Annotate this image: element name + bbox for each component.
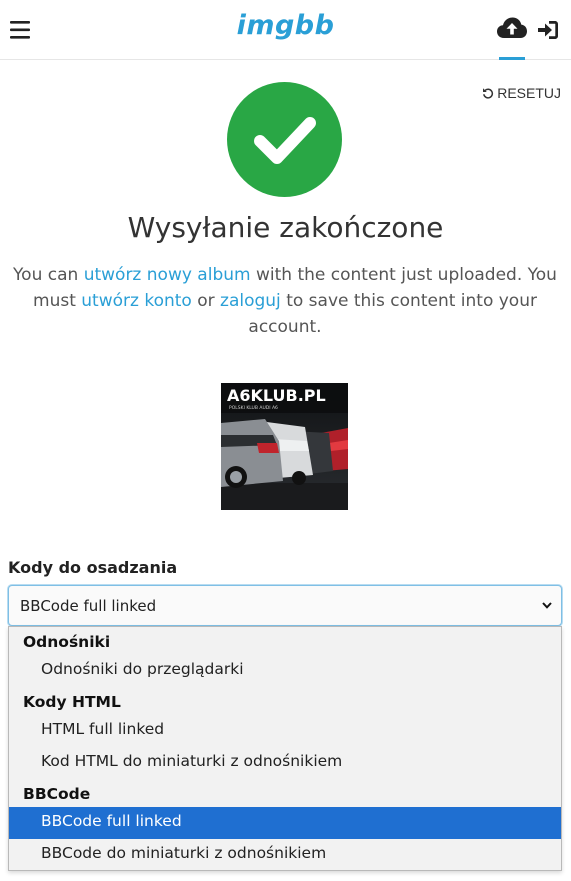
option-html-thumbnail-linked[interactable]: Kod HTML do miniaturki z odnośnikiem [9,747,561,779]
upload-button[interactable] [496,16,528,60]
chevron-down-icon [542,602,552,609]
embed-codes-label: Kody do osadzania [8,558,178,577]
check-icon [254,117,316,164]
undo-icon [483,88,494,99]
optgroup-html: Kody HTML [23,693,121,711]
option-browser-links[interactable]: Odnośniki do przeglądarki [9,655,561,687]
optgroup-bbcode: BBCode [23,785,91,803]
option-html-full-linked[interactable]: HTML full linked [9,715,561,747]
thumbnail-subtitle: POLSKI KLUB AUDI A6 [229,405,278,411]
option-bbcode-thumbnail-linked[interactable]: BBCode do miniaturki z odnośnikiem [9,839,561,871]
message-text-3: or [191,291,221,311]
success-badge [227,82,342,197]
upload-message: You can utwórz nowy album with the conte… [6,262,564,340]
thumbnail-title: A6KLUB.PL [227,386,326,405]
login-button[interactable] [536,18,560,42]
embed-code-dropdown: Odnośniki Odnośniki do przeglądarki Kody… [8,626,562,871]
message-text-4: to save this content into your account. [248,291,537,337]
uploaded-image-thumbnail[interactable]: A6KLUB.PL POLSKI KLUB AUDI A6 [221,383,348,510]
create-account-link[interactable]: utwórz konto [81,291,192,311]
embed-code-selected-value: BBCode full linked [20,597,157,615]
optgroup-links: Odnośniki [23,633,111,651]
message-text-1: You can [13,265,84,285]
option-bbcode-full-linked[interactable]: BBCode full linked [9,807,561,839]
reset-button[interactable]: RESETUJ [482,85,561,101]
page-title: Wysyłanie zakończone [127,211,444,244]
reset-label: RESETUJ [497,85,561,101]
create-album-link[interactable]: utwórz nowy album [84,265,251,285]
cloud-upload-icon [497,17,527,38]
top-bar: imgbb [0,0,571,60]
active-tab-indicator [499,57,525,60]
login-link[interactable]: zaloguj [220,291,281,311]
embed-code-select[interactable]: BBCode full linked [8,585,562,626]
sign-in-icon [538,21,558,39]
logo[interactable]: imgbb [0,10,571,41]
